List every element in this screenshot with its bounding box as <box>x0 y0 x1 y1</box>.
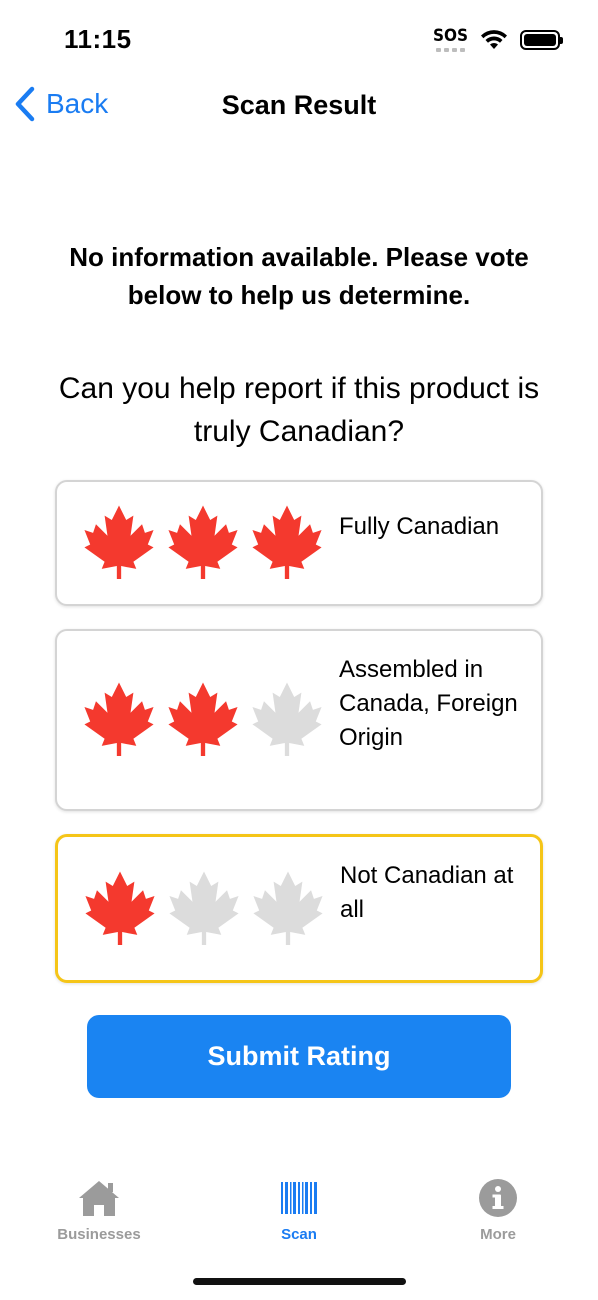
status-time: 11:15 <box>64 24 132 54</box>
maple-leaf-filled-icon <box>85 871 155 945</box>
info-message: No information available. Please vote be… <box>69 242 529 310</box>
status-indicators: SOS <box>433 28 563 52</box>
maple-leaf-filled-icon <box>84 682 154 756</box>
maple-leaf-empty-icon <box>253 871 323 945</box>
house-icon <box>79 1181 119 1216</box>
option-label: Assembled in Canada, Foreign Origin <box>339 656 518 751</box>
tab-label: Businesses <box>57 1226 141 1243</box>
maple-leaf-filled-icon <box>252 505 322 579</box>
navigation-bar: Back Scan Result <box>0 80 598 132</box>
leaf-rating <box>84 870 324 948</box>
tab-label: Scan <box>281 1226 317 1243</box>
tab-businesses[interactable]: Businesses <box>34 1178 164 1243</box>
wifi-icon <box>481 30 507 49</box>
option-label: Fully Canadian <box>339 513 500 540</box>
barcode-icon <box>281 1182 317 1214</box>
maple-leaf-filled-icon <box>168 682 238 756</box>
status-bar: 11:15 SOS <box>0 0 598 80</box>
sos-indicator: SOS <box>433 28 468 52</box>
home-indicator <box>193 1278 406 1285</box>
battery-icon <box>520 30 563 50</box>
leaf-rating <box>83 681 323 759</box>
option-assembled-in-canada[interactable]: Assembled in Canada, Foreign Origin <box>55 629 543 811</box>
page-title: Scan Result <box>221 90 377 120</box>
leaf-rating <box>83 504 323 582</box>
maple-leaf-filled-icon <box>168 505 238 579</box>
tab-more[interactable]: More <box>433 1178 563 1243</box>
info-icon <box>479 1179 517 1217</box>
sos-signal-dots <box>433 48 468 52</box>
tab-bar: Businesses Scan More <box>0 1170 598 1260</box>
option-not-canadian[interactable]: Not Canadian at all <box>55 834 543 983</box>
submit-rating-button[interactable]: Submit Rating <box>87 1015 511 1098</box>
maple-leaf-empty-icon <box>169 871 239 945</box>
question-text: Can you help report if this product is t… <box>58 372 540 448</box>
maple-leaf-empty-icon <box>252 682 322 756</box>
option-label: Not Canadian at all <box>340 862 514 923</box>
option-fully-canadian[interactable]: Fully Canadian <box>55 480 543 606</box>
maple-leaf-filled-icon <box>84 505 154 579</box>
sos-label: SOS <box>432 26 468 46</box>
tab-scan[interactable]: Scan <box>234 1178 364 1243</box>
tab-label: More <box>480 1226 516 1243</box>
